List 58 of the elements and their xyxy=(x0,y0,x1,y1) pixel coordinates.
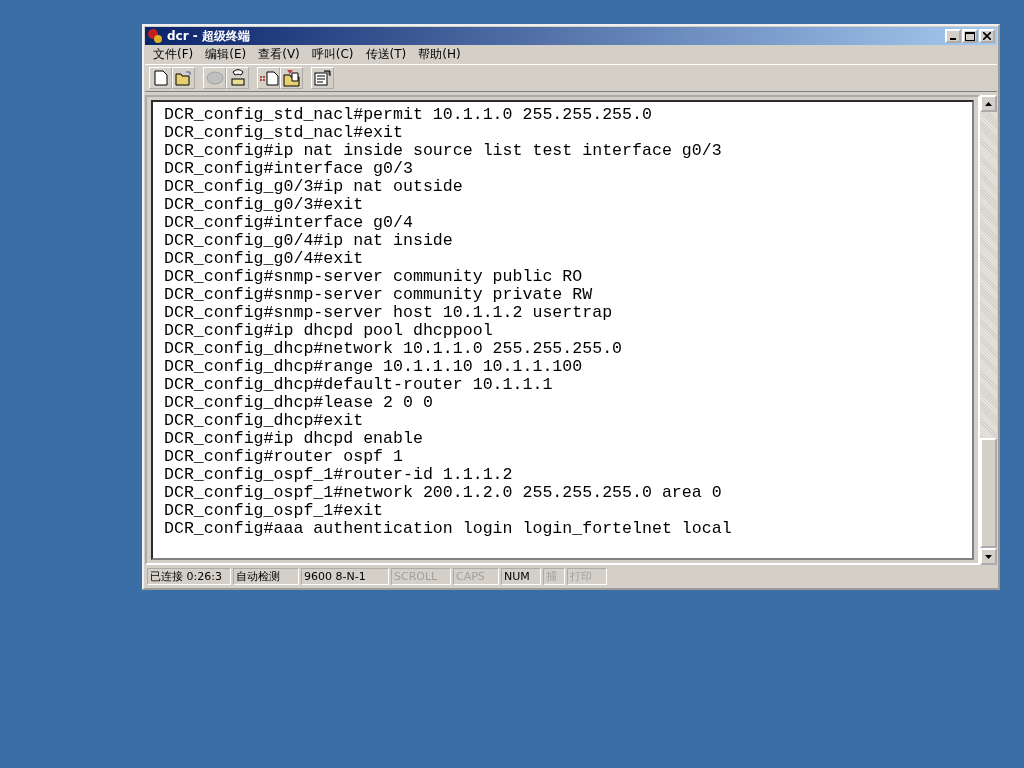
terminal-line: DCR_config_std_nacl#exit xyxy=(164,124,404,142)
up-arrow-icon xyxy=(985,101,992,106)
terminal-line: DCR_config#aaa authentication login login_fortelnet local xyxy=(164,520,733,538)
terminal-line: DCR_config#snmp-server community public RO xyxy=(164,268,584,286)
window-title: dcr - 超级终端 xyxy=(167,27,251,45)
terminal-line: DCR_config_dhcp#default-router 10.1.1.1 xyxy=(164,376,554,394)
status-cell: 9600 8-N-1 xyxy=(301,567,389,585)
close-button[interactable] xyxy=(979,29,995,43)
toolbar-button[interactable] xyxy=(280,67,303,89)
terminal-line: DCR_config#snmp-server community private RW xyxy=(164,286,594,304)
terminal-line: DCR_config#ip dhcpd pool dhcppool xyxy=(164,322,494,340)
down-arrow-icon xyxy=(985,554,992,559)
new-document-icon xyxy=(153,70,168,86)
terminal-line: DCR_config_ospf_1#network 200.1.2.0 255.255.255.0 area 0 xyxy=(164,484,723,502)
terminal-line: DCR_config_dhcp#exit xyxy=(164,412,365,430)
terminal-line: DCR_config#interface g0/3 xyxy=(164,160,414,178)
terminal-line: DCR_config#interface g0/4 xyxy=(164,214,414,232)
scrollbar[interactable] xyxy=(980,95,997,565)
menu-item[interactable]: 编辑(E) xyxy=(199,46,253,63)
terminal-line: DCR_config_ospf_1#router-id 1.1.1.2 xyxy=(164,466,514,484)
terminal-line: DCR_config_dhcp#range 10.1.1.10 10.1.1.100 xyxy=(164,358,584,376)
terminal-line: DCR_config#snmp-server host 10.1.1.2 usertrap xyxy=(164,304,614,322)
properties-icon xyxy=(314,70,331,86)
terminal-line: DCR_config_std_nacl#permit 10.1.1.0 255.255.255.0 xyxy=(164,106,653,124)
menu-item[interactable]: 呼叫(C) xyxy=(305,46,360,63)
toolbar-button[interactable] xyxy=(226,67,249,89)
send-file-icon xyxy=(258,70,279,86)
status-cell: 已连接 0:26:3 xyxy=(147,567,231,585)
menu-item[interactable]: 帮助(H) xyxy=(412,46,467,63)
maximize-icon xyxy=(965,31,975,41)
terminal-line: DCR_config#router ospf 1 xyxy=(164,448,404,466)
menu-item[interactable]: 文件(F) xyxy=(147,46,200,63)
terminal-line: DCR_config_dhcp#lease 2 0 0 xyxy=(164,394,434,412)
minimize-button[interactable] xyxy=(945,29,961,43)
receive-file-icon xyxy=(282,69,301,87)
status-cell: 自动检测 xyxy=(233,567,299,585)
toolbar-button[interactable] xyxy=(311,67,334,89)
toolbar-button[interactable] xyxy=(149,67,172,89)
terminal-line: DCR_config_g0/3#exit xyxy=(164,196,365,214)
maximize-button[interactable] xyxy=(962,29,978,43)
folder-icon xyxy=(174,70,193,86)
menu-item[interactable]: 查看(V) xyxy=(252,46,306,63)
scroll-up-button[interactable] xyxy=(980,95,997,112)
status-cell: NUM xyxy=(501,567,541,585)
app-icon xyxy=(147,28,163,44)
terminal-line: DCR_config#ip nat inside source list test interface g0/3 xyxy=(164,142,723,160)
scroll-down-button[interactable] xyxy=(980,548,997,565)
toolbar-button[interactable] xyxy=(257,67,280,89)
terminal-line: DCR_config_ospf_1#exit xyxy=(164,502,385,520)
menu-item[interactable]: 传送(T) xyxy=(359,46,413,63)
toolbar-button[interactable] xyxy=(172,67,195,89)
terminal-line: DCR_config_dhcp#network 10.1.1.0 255.255.255.0 xyxy=(164,340,624,358)
terminal-line: DCR_config#ip dhcpd enable xyxy=(164,430,424,448)
scroll-thumb[interactable] xyxy=(980,438,997,548)
terminal-line: DCR_config_g0/4#ip nat inside xyxy=(164,232,454,250)
terminal-line: DCR_config_g0/3#ip nat outside xyxy=(164,178,464,196)
close-icon xyxy=(983,32,991,40)
terminal-line: DCR_config_g0/4#exit xyxy=(164,250,365,268)
